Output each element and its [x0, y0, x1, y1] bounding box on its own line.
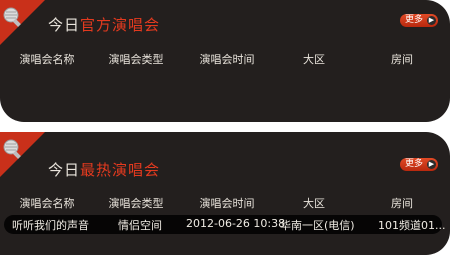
section-title: 今日官方演唱会: [48, 14, 160, 35]
title-prefix: 今日: [48, 161, 81, 179]
column-header-region: 大区: [303, 53, 325, 66]
column-header-name: 演唱会名称: [19, 53, 75, 66]
corner-badge: [0, 0, 45, 45]
title-highlight: 官方演唱会: [80, 16, 161, 34]
column-header-time: 演唱会时间: [199, 197, 255, 210]
arrow-right-icon: ▶: [427, 160, 436, 169]
table-row[interactable]: 听听我们的声音 情侣空间 2012-06-26 10:38 华南一区(电信) 1…: [4, 215, 445, 234]
microphone-icon: [3, 7, 22, 28]
cell-region: 华南一区(电信): [280, 219, 355, 232]
section-title: 今日最热演唱会: [48, 159, 160, 180]
column-header-time: 演唱会时间: [199, 53, 255, 66]
title-highlight: 最热演唱会: [80, 161, 161, 179]
column-header-type: 演唱会类型: [108, 197, 164, 210]
column-header-name: 演唱会名称: [19, 197, 75, 210]
table-header: 演唱会名称 演唱会类型 演唱会时间 大区 房间: [0, 51, 450, 67]
corner-badge: [0, 132, 45, 177]
cell-type: 情侣空间: [118, 219, 162, 232]
cell-room[interactable]: 101频道01...: [378, 217, 445, 233]
hottest-concerts-panel: 今日最热演唱会 更多 ▶ 演唱会名称 演唱会类型 演唱会时间 大区 房间 听听我…: [0, 132, 450, 255]
table-header: 演唱会名称 演唱会类型 演唱会时间 大区 房间: [0, 195, 450, 211]
more-label: 更多: [405, 15, 424, 25]
title-prefix: 今日: [48, 16, 81, 34]
column-header-type: 演唱会类型: [108, 53, 164, 66]
arrow-right-icon: ▶: [427, 16, 436, 25]
more-label: 更多: [405, 159, 424, 169]
microphone-icon: [3, 139, 22, 160]
more-button[interactable]: 更多 ▶: [400, 14, 438, 27]
cell-name[interactable]: 听听我们的声音: [12, 217, 89, 233]
column-header-room: 房间: [391, 197, 413, 210]
column-header-room: 房间: [391, 53, 413, 66]
more-button[interactable]: 更多 ▶: [400, 158, 438, 171]
official-concerts-panel: 今日官方演唱会 更多 ▶ 演唱会名称 演唱会类型 演唱会时间 大区 房间: [0, 0, 450, 122]
column-header-region: 大区: [303, 197, 325, 210]
cell-time: 2012-06-26 10:38: [186, 217, 286, 230]
